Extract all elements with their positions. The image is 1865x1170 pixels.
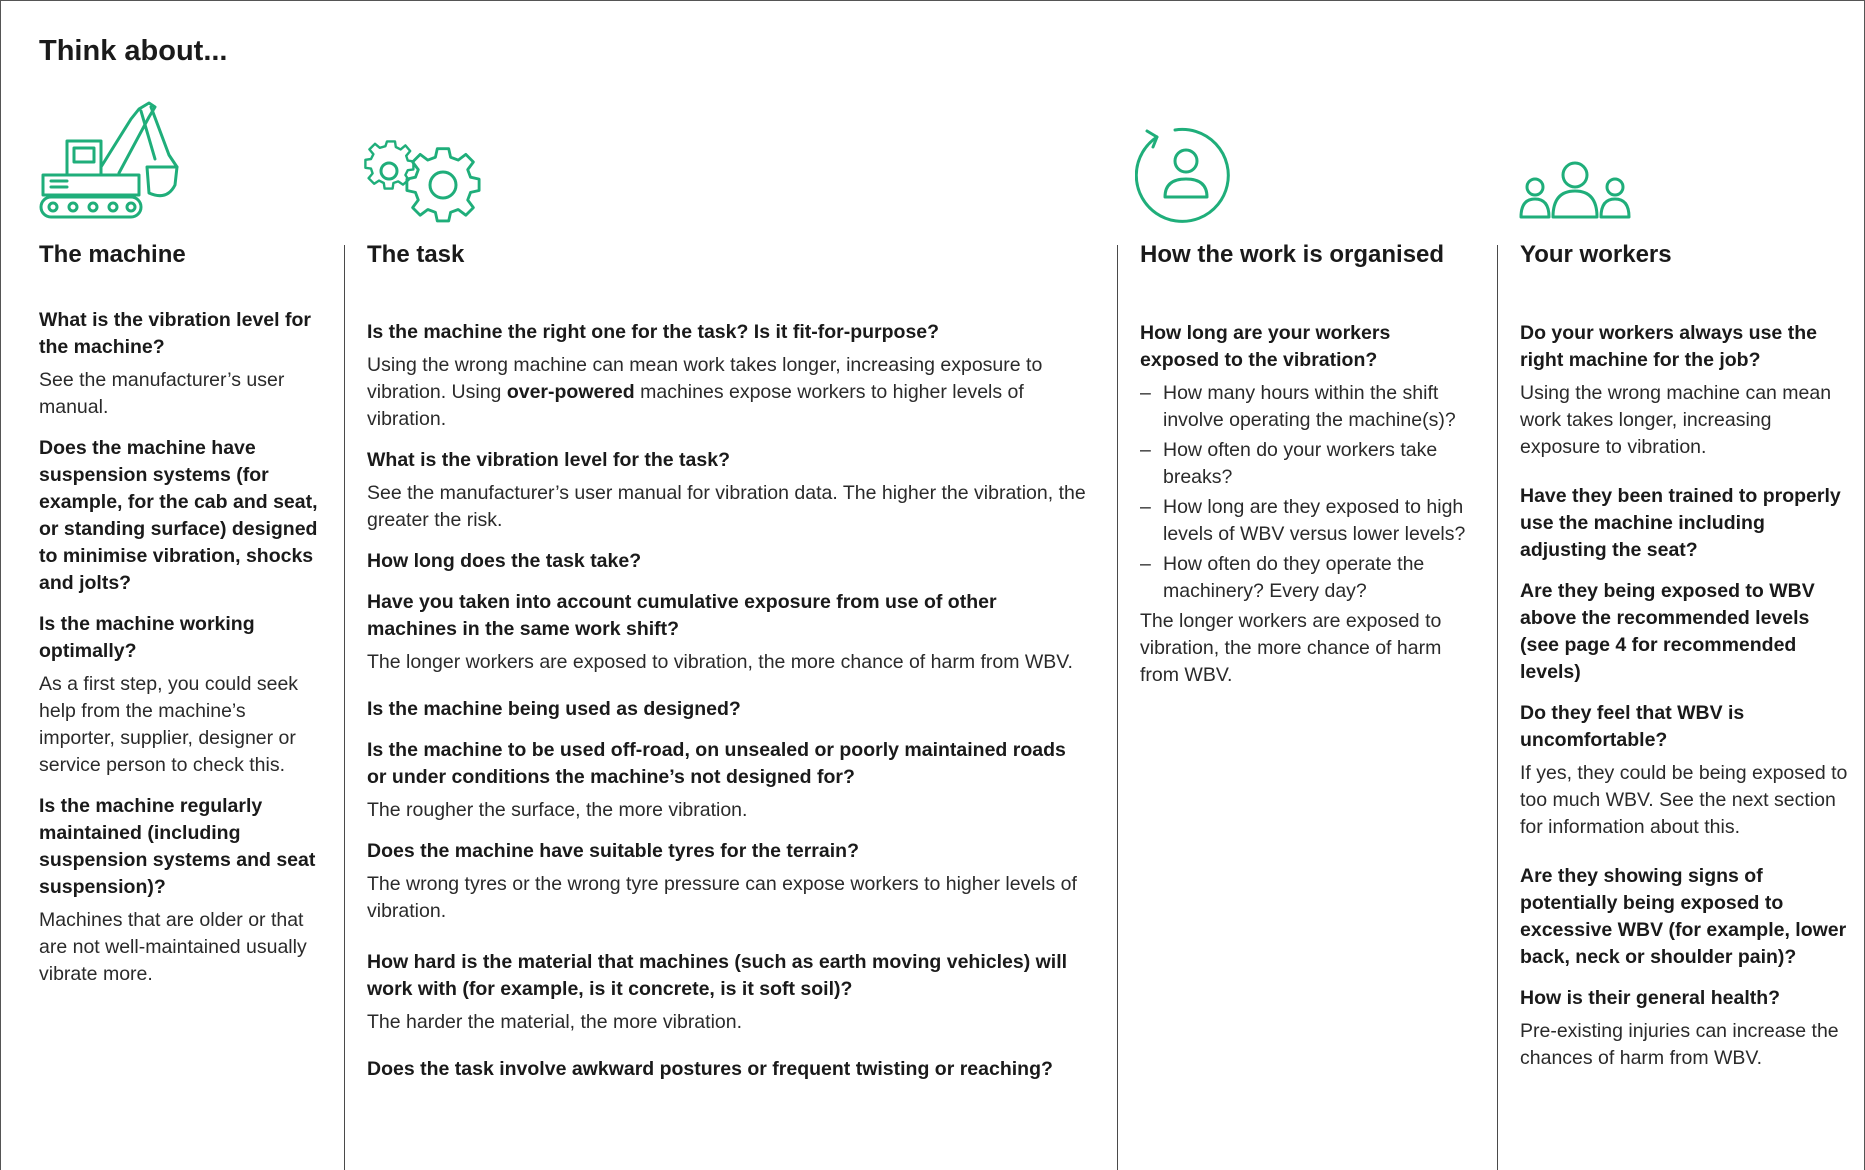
- question: Is the machine to be used off-road, on u…: [367, 739, 1066, 788]
- machine-column: What is the vibration level for the mach…: [39, 307, 325, 1002]
- list-item: How often do your workers take breaks?: [1140, 437, 1470, 491]
- qa-block: What is the vibration level for the task…: [367, 447, 1089, 534]
- question: Does the machine have suspension systems…: [39, 437, 318, 594]
- question: Does the machine have suitable tyres for…: [367, 840, 859, 862]
- question: How hard is the material that machines (…: [367, 951, 1068, 1000]
- gears-icon: [364, 140, 481, 223]
- answer: Using the wrong machine can mean work ta…: [1520, 382, 1832, 458]
- document-page: Think about... The machine The task How …: [0, 0, 1865, 1170]
- question: What is the vibration level for the mach…: [39, 309, 311, 358]
- qa-block: What is the vibration level for the mach…: [39, 307, 325, 421]
- answer-emphasis: over-powered: [506, 381, 635, 403]
- list-item: How many hours within the shift involve …: [1140, 380, 1470, 434]
- qa-block: Is the machine regularly maintained (inc…: [39, 793, 325, 988]
- qa-block: Are they showing signs of potentially be…: [1520, 863, 1850, 971]
- column-divider: [344, 245, 345, 1170]
- qa-block: Does the machine have suitable tyres for…: [367, 838, 1089, 925]
- qa-block: Is the machine to be used off-road, on u…: [367, 737, 1089, 824]
- answer: Machines that are older or that are not …: [39, 909, 307, 985]
- qa-block: Is the machine the right one for the tas…: [367, 319, 1089, 433]
- answer: Using the wrong machine can mean work ta…: [367, 352, 1089, 433]
- col-title-organised: How the work is organised: [1140, 241, 1445, 268]
- page-title: Think about...: [39, 35, 228, 67]
- excavator-icon: [39, 101, 179, 219]
- qa-block: Is the machine being used as designed?: [367, 696, 1089, 723]
- list-item: How often do they operate the machinery?…: [1140, 551, 1470, 605]
- question: Do your workers always use the right mac…: [1520, 322, 1817, 371]
- qa-block: Does the machine have suspension systems…: [39, 435, 325, 597]
- question: How long does the task take?: [367, 550, 642, 572]
- list-item: How long are they exposed to high levels…: [1140, 494, 1470, 548]
- answer: See the manufacturer’s user manual for v…: [367, 482, 1086, 531]
- question: Is the machine the right one for the tas…: [367, 321, 940, 343]
- organised-column: How long are your workers exposed to the…: [1140, 320, 1470, 689]
- person-cycle-icon: [1135, 127, 1230, 223]
- qa-block: Have they been trained to properly use t…: [1520, 483, 1850, 564]
- question: Are they showing signs of potentially be…: [1520, 865, 1847, 968]
- question: Does the task involve awkward postures o…: [367, 1058, 1053, 1080]
- answer: The longer workers are exposed to vibrat…: [367, 651, 1073, 673]
- group-icon: [1519, 161, 1631, 219]
- qa-block: Is the machine working optimally? As a f…: [39, 611, 325, 779]
- question: Do they feel that WBV is uncomfortable?: [1520, 702, 1745, 751]
- answer: The harder the material, the more vibrat…: [367, 1011, 743, 1033]
- question: Is the machine being used as designed?: [367, 698, 741, 720]
- question: Is the machine regularly maintained (inc…: [39, 795, 316, 898]
- qa-block: How hard is the material that machines (…: [367, 949, 1089, 1036]
- question: Are they being exposed to WBV above the …: [1520, 580, 1815, 683]
- answer: See the manufacturer’s user manual.: [39, 369, 285, 418]
- answer: The longer workers are exposed to vibrat…: [1140, 610, 1442, 686]
- answer: Pre-existing injuries can increase the c…: [1520, 1020, 1839, 1069]
- qa-block: Does the task involve awkward postures o…: [367, 1056, 1089, 1083]
- task-column: Is the machine the right one for the tas…: [367, 319, 1089, 1097]
- answer: The rougher the surface, the more vibrat…: [367, 799, 748, 821]
- col-title-task: The task: [367, 241, 465, 268]
- column-divider: [1117, 245, 1118, 1170]
- dash-list: How many hours within the shift involve …: [1140, 380, 1470, 605]
- question: What is the vibration level for the task…: [367, 449, 730, 471]
- question: Have they been trained to properly use t…: [1520, 485, 1841, 561]
- question: Have you taken into account cumulative e…: [367, 591, 997, 640]
- qa-block: Are they being exposed to WBV above the …: [1520, 578, 1850, 686]
- col-title-workers: Your workers: [1520, 241, 1672, 268]
- question: How is their general health?: [1520, 987, 1781, 1009]
- qa-block: Do your workers always use the right mac…: [1520, 320, 1850, 461]
- question: Is the machine working optimally?: [39, 613, 255, 662]
- column-divider: [1497, 245, 1498, 1170]
- qa-block: Have you taken into account cumulative e…: [367, 589, 1089, 676]
- question: How long are your workers exposed to the…: [1140, 322, 1391, 371]
- qa-block: How long does the task take?: [367, 548, 1089, 575]
- col-title-machine: The machine: [39, 241, 186, 268]
- answer: The wrong tyres or the wrong tyre pressu…: [367, 873, 1077, 922]
- answer: As a first step, you could seek help fro…: [39, 673, 299, 776]
- workers-column: Do your workers always use the right mac…: [1520, 320, 1850, 1086]
- answer: If yes, they could be being exposed to t…: [1520, 762, 1848, 838]
- qa-block: Do they feel that WBV is uncomfortable? …: [1520, 700, 1850, 841]
- qa-block: How is their general health? Pre-existin…: [1520, 985, 1850, 1072]
